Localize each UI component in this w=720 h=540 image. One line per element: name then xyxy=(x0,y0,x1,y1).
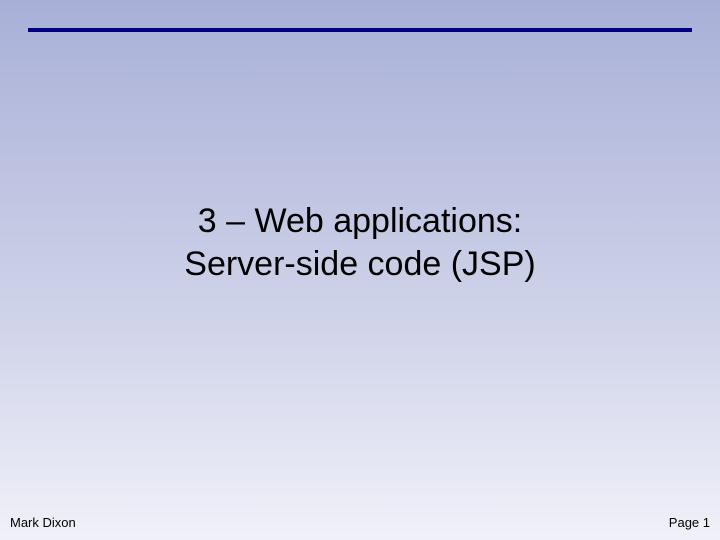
slide-footer: Mark Dixon Page 1 xyxy=(10,515,710,530)
title-line-2: Server-side code (JSP) xyxy=(60,243,660,286)
slide: 3 – Web applications: Server-side code (… xyxy=(0,0,720,540)
top-rule xyxy=(28,28,692,32)
slide-title: 3 – Web applications: Server-side code (… xyxy=(60,200,660,285)
title-line-1: 3 – Web applications: xyxy=(60,200,660,243)
footer-page: Page 1 xyxy=(669,515,710,530)
footer-author: Mark Dixon xyxy=(10,515,76,530)
